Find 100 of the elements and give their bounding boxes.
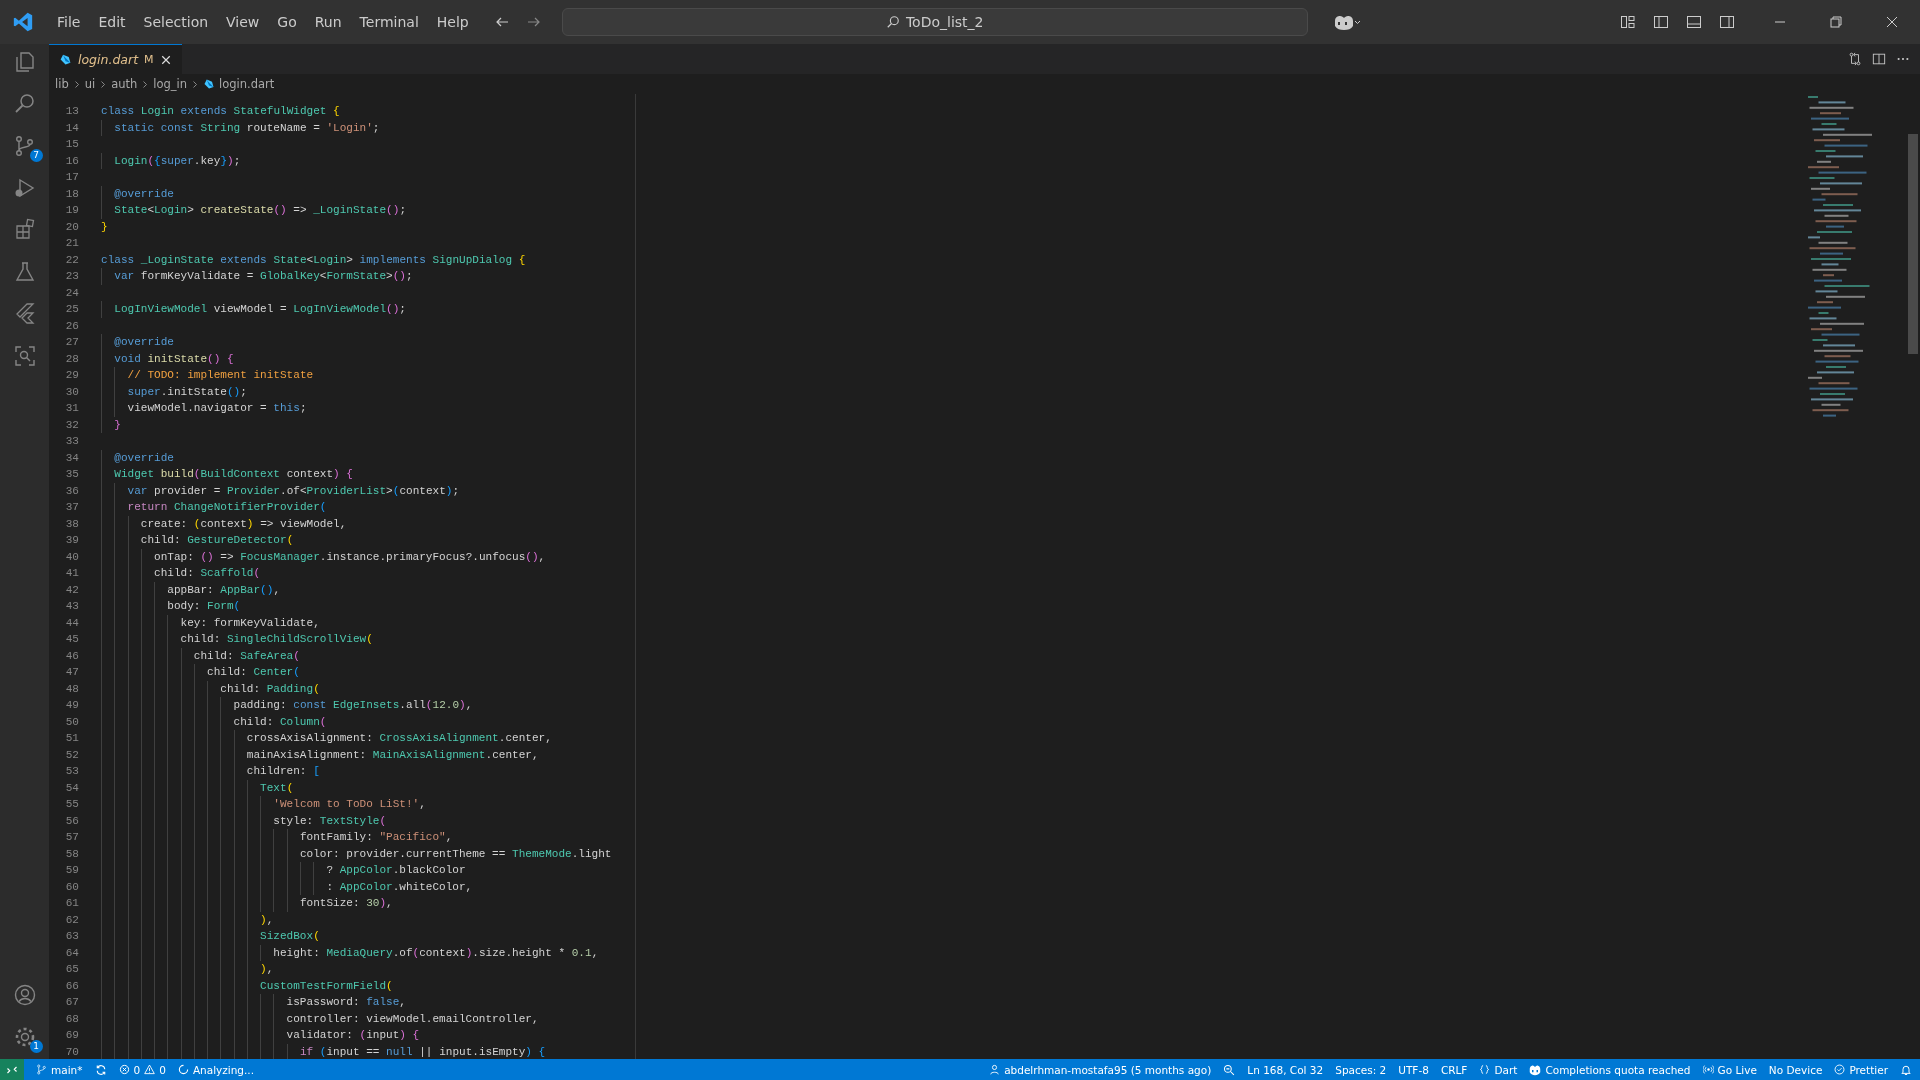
code-line: child: SafeArea( [193,648,300,664]
line-number: 51 [64,731,79,746]
line-number: 47 [64,665,79,680]
line-number: 28 [64,351,79,367]
close-icon[interactable] [1884,14,1900,30]
language-mode[interactable]: Dart [1479,1063,1518,1076]
menu-item[interactable]: Help [427,10,478,34]
code-line: color: provider.currentTheme == ThemeMode.light [299,846,612,862]
line-number: 65 [64,962,79,977]
code-line: Widget build(BuildContext context) { [114,467,353,482]
line-number: 34 [64,450,79,466]
breadcrumb-item[interactable]: lib [55,77,69,91]
customize-layout-icon[interactable] [1620,14,1636,30]
line-number: 44 [64,615,79,631]
code-line: isPassword: false, [286,995,406,1010]
breadcrumb-item[interactable]: log_in [153,77,188,91]
prettier-status[interactable]: Prettier [1834,1063,1888,1076]
chevron-right-icon [142,79,149,89]
line-number: 14 [64,120,79,136]
code-line: style: TextStyle( [273,813,387,829]
code-line: ), [260,962,274,977]
menu-item[interactable]: Selection [134,10,218,34]
line-number: 16 [64,153,79,169]
breadcrumb-item[interactable]: ui [84,77,96,91]
menu-item[interactable]: Terminal [350,10,428,34]
braces-icon [1479,1064,1491,1075]
split-editor-icon[interactable] [1872,52,1886,66]
status-item[interactable]: UTF-8 [1398,1063,1429,1076]
restore-icon[interactable] [1828,14,1844,30]
scrollbar-thumb[interactable] [1908,134,1918,354]
status-item[interactable]: CRLF [1440,1063,1468,1076]
code-line: ), [260,912,274,928]
line-number: 46 [64,648,79,664]
line-number: 55 [64,797,79,812]
menu-item[interactable]: File [48,10,90,34]
code-line: child: Center( [207,665,300,680]
line-number: 32 [64,417,79,433]
code-line: var provider = Provider.of<ProviderList>(context); [127,483,460,499]
chevron-right-icon [192,79,199,89]
menu-item[interactable]: Go [268,10,306,34]
editor-tab[interactable]: login.dart M [49,44,182,74]
status-item[interactable]: No Device [1768,1063,1823,1076]
line-number: 62 [64,912,79,928]
line-number: 38 [64,516,79,532]
remote-button[interactable] [0,1059,24,1080]
zoom-icon[interactable] [1223,1063,1236,1076]
broadcast-icon [1702,1064,1714,1075]
notification-badge: 7 [29,149,43,162]
command-center-search[interactable]: ToDo_list_2 [561,8,1308,36]
line-number: 13 [64,104,79,119]
code-line: class Login extends StatefulWidget { [101,104,340,119]
code-line: if (input == null || input.isEmpty) { [299,1044,546,1059]
analysis-status[interactable]: Analyzing... [177,1063,255,1076]
dart-file-icon [203,78,216,90]
toggle-sidebar-icon[interactable] [1653,14,1669,30]
modified-indicator: M [144,53,154,66]
line-number: 30 [64,384,79,400]
line-number: 60 [64,879,79,895]
code-line: } [114,417,121,433]
line-number: 42 [64,582,79,598]
bell-icon[interactable] [1900,1063,1912,1076]
go-live-button[interactable]: Go Live [1702,1063,1757,1076]
code-line: // TODO: implement initState [127,368,314,383]
line-number: 53 [64,764,79,779]
menu-item[interactable]: Edit [89,10,135,34]
code-line: create: (context) => viewModel, [140,516,347,532]
line-number: 24 [64,285,79,301]
menu-item[interactable]: View [217,10,269,34]
status-item[interactable]: Ln 168, Col 32 [1247,1063,1324,1076]
line-number: 29 [64,368,79,383]
account-icon[interactable] [12,983,37,1007]
copilot-status[interactable]: Completions quota reached [1529,1063,1691,1076]
line-number: 59 [64,863,79,878]
line-number: 64 [64,945,79,961]
dart-file-icon [59,53,72,66]
line-number: 33 [64,434,79,449]
line-number: 61 [64,896,79,911]
line-number: 15 [64,137,79,152]
git-blame-status[interactable]: abdelrhman-mostafa95 (5 months ago) [989,1063,1212,1076]
sync-icon[interactable] [94,1063,107,1076]
code-line: 'Welcom to ToDo LiSt!', [273,797,426,812]
warning-icon [144,1064,156,1075]
code-line: Login({super.key}); [114,153,241,169]
error-icon [118,1064,130,1075]
code-line: } [101,219,108,235]
branch-status[interactable]: main* [36,1063,83,1076]
line-number: 66 [64,978,79,994]
status-item[interactable]: Spaces: 2 [1335,1063,1387,1076]
line-number: 17 [64,170,79,185]
breadcrumb-item[interactable]: login.dart [219,77,275,91]
scan-icon[interactable] [12,344,37,368]
breadcrumb-item[interactable]: auth [111,77,138,91]
toggle-secondary-sidebar-icon[interactable] [1719,14,1735,30]
compare-changes-icon[interactable] [1848,52,1862,66]
code-line: validator: (input) { [286,1028,420,1043]
code-line: CustomTestFormField( [260,978,393,994]
menu-item[interactable]: Run [305,10,351,34]
problems-status[interactable]: 0 0 [118,1063,166,1076]
toggle-panel-icon[interactable] [1686,14,1702,30]
close-icon[interactable] [159,53,172,66]
